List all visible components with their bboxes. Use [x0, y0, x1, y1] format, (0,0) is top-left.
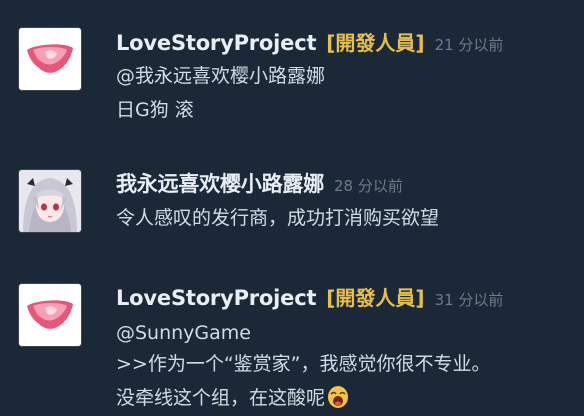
timestamp: 21 分以前	[434, 36, 504, 54]
author-name[interactable]: LoveStoryProject	[116, 286, 316, 310]
comment-list: LoveStoryProject [開發人員] 21 分以前 @我永远喜欢樱小路露娜…	[0, 0, 584, 416]
timestamp: 28 分以前	[334, 177, 403, 195]
developer-badge: [開發人員]	[326, 31, 425, 55]
comment-header: LoveStoryProject [開發人員] 21 分以前	[116, 29, 503, 57]
comment-text-line: 日G狗 滚	[116, 99, 194, 121]
avatar[interactable]	[19, 28, 81, 90]
comment-text-line: >>作为一个“鉴赏家”，我感觉你很不专业。	[116, 353, 491, 375]
comment-header: 我永远喜欢樱小路露娜 28 分以前	[116, 170, 403, 198]
developer-badge: [開發人員]	[326, 286, 425, 310]
pink-heart-logo-icon	[19, 284, 81, 346]
pink-heart-logo-icon	[19, 28, 81, 90]
comment-header: LoveStoryProject [開發人員] 31 分以前	[116, 284, 503, 312]
comment-text-line: @SunnyGame	[116, 322, 251, 344]
author-name[interactable]: LoveStoryProject	[116, 31, 316, 55]
comment-text: 没牵线这个组，在这酸呢	[116, 387, 326, 409]
comment-text-line: 没牵线这个组，在这酸呢	[116, 385, 349, 411]
anime-girl-avatar-icon	[19, 170, 81, 232]
comment-text-line: 令人感叹的发行商，成功打消购买欲望	[116, 207, 440, 229]
comment-text-line: @我永远喜欢樱小路露娜	[116, 65, 326, 87]
avatar[interactable]	[19, 284, 81, 346]
author-name[interactable]: 我永远喜欢樱小路露娜	[116, 172, 324, 196]
laughing-emoji-icon	[327, 385, 349, 409]
timestamp: 31 分以前	[434, 291, 504, 309]
avatar[interactable]	[19, 170, 81, 232]
